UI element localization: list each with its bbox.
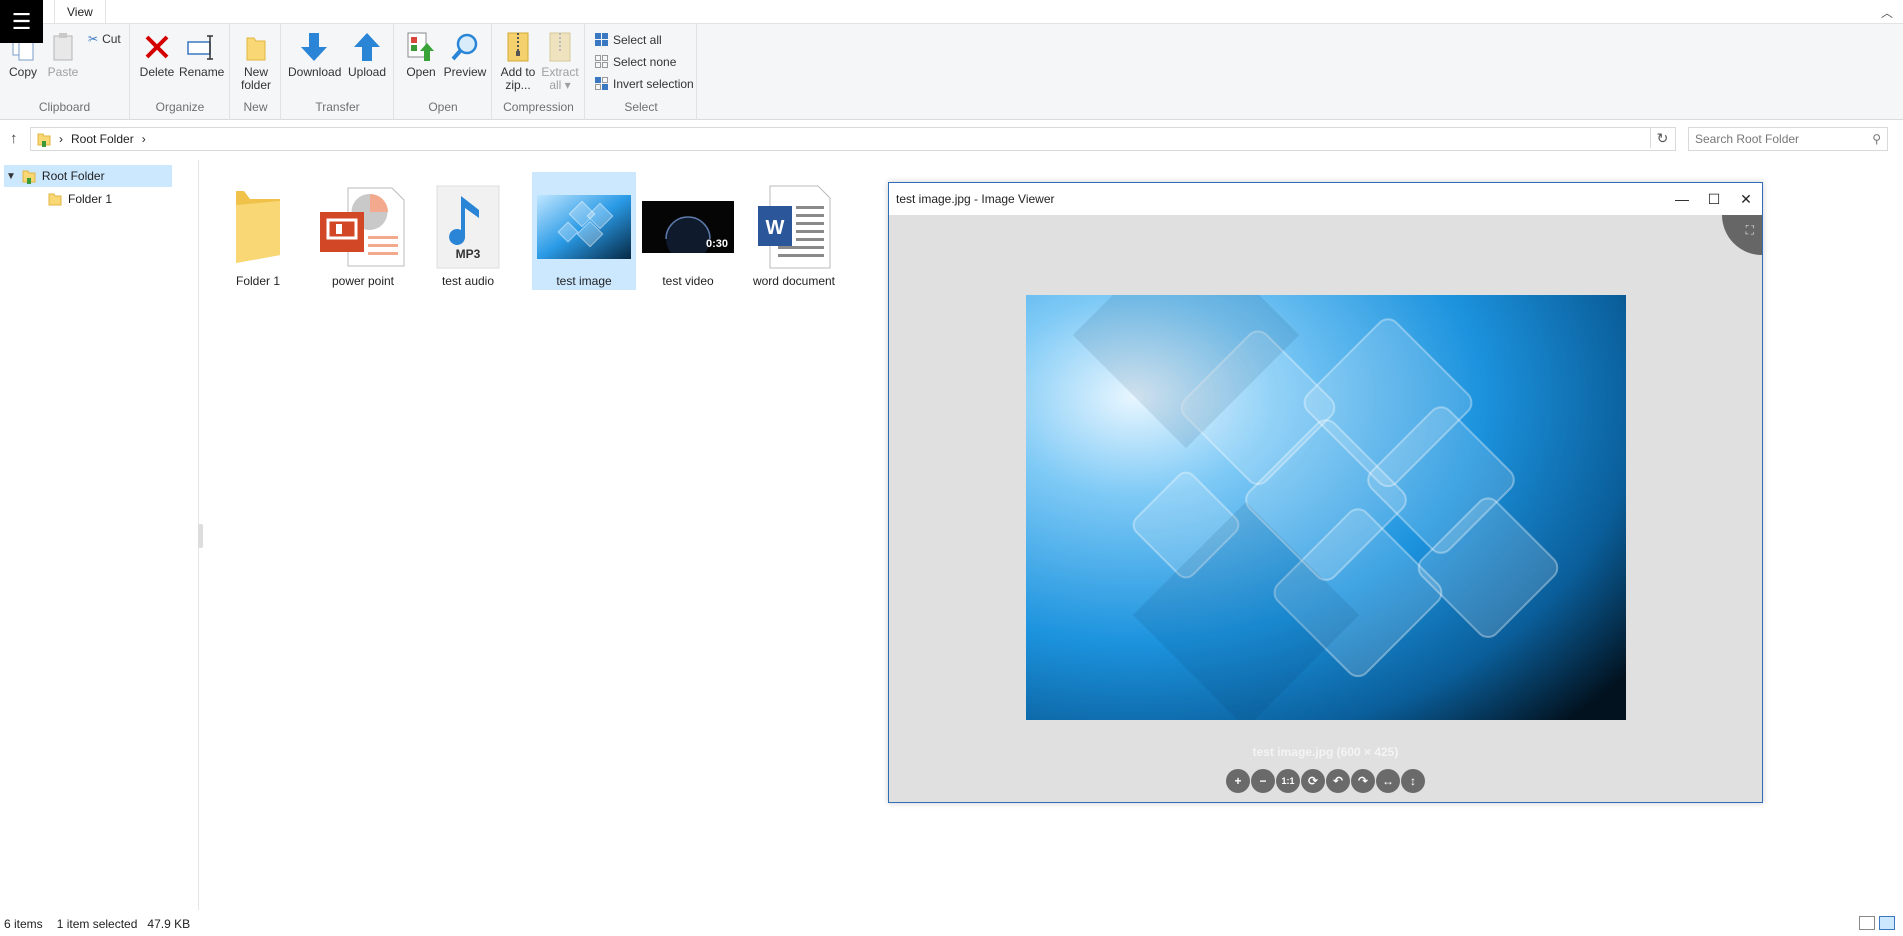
splitter-handle[interactable] [198, 524, 203, 548]
large-icons-view-icon[interactable] [1879, 916, 1895, 930]
actual-size-button[interactable]: 1:1 [1276, 769, 1300, 793]
view-mode-switch [1859, 916, 1895, 930]
address-row: ↑ › Root Folder › ↻ Search Root Folder ⚲ [0, 126, 1903, 152]
select-all-button[interactable]: Select all [594, 32, 662, 47]
powerpoint-icon [311, 180, 415, 274]
paste-icon [47, 30, 79, 64]
download-button[interactable]: Download [288, 30, 341, 79]
group-open: Open Preview Open [395, 24, 492, 120]
preview-button[interactable]: Preview [443, 30, 487, 79]
zoom-out-button[interactable]: − [1251, 769, 1275, 793]
new-folder-button[interactable]: New folder [237, 30, 275, 92]
mp3-badge: MP3 [456, 247, 481, 261]
folder-tree: ▼ Root Folder Folder 1 [0, 160, 198, 910]
delete-x-icon [141, 30, 173, 64]
hamburger-menu-button[interactable]: ☰ [0, 0, 43, 43]
reset-button[interactable]: ⟳ [1301, 769, 1325, 793]
select-none-button[interactable]: Select none [594, 54, 676, 69]
selection-info: 1 item selected 47.9 KB [56, 917, 191, 931]
rotate-left-button[interactable]: ↶ [1326, 769, 1350, 793]
search-icon: ⚲ [1872, 132, 1881, 146]
viewer-toolbar: + − 1:1 ⟳ ↶ ↷ ↔ ↕ [889, 769, 1762, 793]
cut-button[interactable]: ✂ Cut [88, 32, 121, 46]
image-viewer-window[interactable]: test image.jpg - Image Viewer — ☐ ✕ ⛶ te… [888, 182, 1763, 803]
paste-button[interactable]: Paste [46, 30, 80, 79]
folder-icon [48, 193, 62, 206]
address-bar[interactable]: › Root Folder › [30, 127, 1676, 151]
group-new: New folder New [231, 24, 281, 120]
root-folder-icon [22, 170, 36, 184]
maximize-icon[interactable]: ☐ [1698, 183, 1730, 215]
word-badge: W [766, 217, 785, 239]
details-view-icon[interactable] [1859, 916, 1875, 930]
flip-horizontal-button[interactable]: ↔ [1376, 769, 1400, 793]
file-item-selected[interactable]: test image [532, 172, 636, 290]
invert-selection-button[interactable]: Invert selection [594, 76, 694, 91]
select-none-icon [595, 55, 608, 68]
word-document-icon: W [742, 180, 846, 274]
chevron-right-icon: › [59, 132, 63, 146]
viewer-title: test image.jpg - Image Viewer [896, 192, 1055, 206]
tree-item-root[interactable]: ▼ Root Folder [4, 165, 172, 187]
rename-icon [185, 30, 217, 64]
invert-selection-icon [595, 77, 608, 90]
magnifier-icon [449, 30, 481, 64]
search-box[interactable]: Search Root Folder ⚲ [1688, 127, 1888, 151]
file-item[interactable]: Folder 1 [206, 172, 310, 290]
chevron-right-icon: › [141, 132, 146, 146]
collapse-ribbon-icon[interactable]: ︿ [1881, 4, 1893, 21]
group-transfer: Download Upload Transfer [282, 24, 394, 120]
status-bar: 6 items 1 item selected 47.9 KB [0, 912, 1903, 936]
rotate-right-button[interactable]: ↷ [1351, 769, 1375, 793]
root-folder-icon [37, 133, 51, 147]
file-item[interactable]: MP3 test audio [416, 172, 520, 290]
window-controls: — ☐ ✕ [1666, 183, 1762, 215]
scissors-icon: ✂ [88, 32, 99, 46]
video-duration: 0:30 [706, 238, 728, 250]
delete-button[interactable]: Delete [139, 30, 175, 79]
viewer-titlebar[interactable]: test image.jpg - Image Viewer [889, 183, 1762, 215]
group-organize: Delete Rename Organize [131, 24, 230, 120]
zoom-in-button[interactable]: + [1226, 769, 1250, 793]
image-thumbnail [532, 180, 636, 274]
chevron-down-icon: ▼ [6, 170, 16, 182]
flip-vertical-button[interactable]: ↕ [1401, 769, 1425, 793]
add-to-zip-button[interactable]: Add to zip... [498, 30, 538, 92]
tab-view[interactable]: View [54, 0, 106, 24]
extract-icon [544, 30, 576, 64]
folder-icon [206, 180, 310, 274]
image-caption: test image.jpg (600 × 425) [1252, 745, 1399, 759]
breadcrumb-root[interactable]: Root Folder [71, 132, 134, 146]
minimize-icon[interactable]: — [1666, 183, 1698, 215]
file-item[interactable]: 0:30 test video [636, 172, 740, 290]
item-count: 6 items [4, 917, 43, 931]
mp3-audio-icon: MP3 [416, 180, 520, 274]
file-item[interactable]: power point [311, 172, 415, 290]
tree-item-folder-1[interactable]: Folder 1 [48, 188, 112, 210]
close-icon[interactable]: ✕ [1730, 183, 1762, 215]
search-input[interactable]: Search Root Folder [1695, 132, 1799, 146]
group-select: Select all Select none Invert selection … [586, 24, 697, 120]
file-item[interactable]: W word document [742, 172, 846, 290]
file-manager-app: View ︿ ☰ Copy Paste ✂ Cut Clipboard Dele… [0, 0, 1903, 936]
select-all-icon [595, 33, 608, 46]
video-thumbnail: 0:30 [636, 180, 740, 274]
upload-arrow-icon [351, 30, 383, 64]
hamburger-icon: ☰ [11, 8, 32, 34]
extract-all-button[interactable]: Extract all ▾ [540, 30, 580, 92]
open-button[interactable]: Open [403, 30, 439, 79]
ribbon: Copy Paste ✂ Cut Clipboard Delete Rename… [0, 24, 1903, 120]
fullscreen-icon[interactable]: ⛶ [1722, 215, 1762, 255]
zip-icon [502, 30, 534, 64]
refresh-icon[interactable]: ↻ [1650, 128, 1674, 148]
group-compression: Add to zip... Extract all ▾ Compression [493, 24, 585, 120]
upload-button[interactable]: Upload [346, 30, 388, 79]
open-icon [405, 30, 437, 64]
up-arrow-icon[interactable]: ↑ [10, 130, 18, 147]
new-folder-icon [240, 30, 272, 64]
rename-button[interactable]: Rename [179, 30, 224, 79]
viewer-image [1026, 295, 1626, 720]
download-arrow-icon [298, 30, 330, 64]
tab-bar: View ︿ [0, 0, 1903, 24]
